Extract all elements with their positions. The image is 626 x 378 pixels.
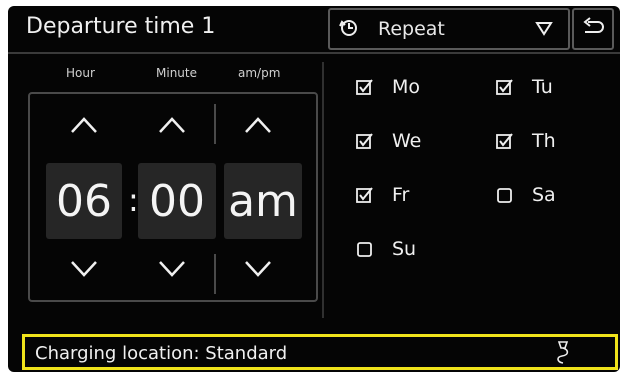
charging-pin-icon (557, 341, 569, 364)
charging-location-button[interactable]: Charging location: Standard (22, 334, 618, 370)
checkbox-checked-icon (356, 79, 373, 95)
day-checkbox-fr[interactable]: Fr (356, 184, 409, 206)
day-checkbox-tu[interactable]: Tu (496, 76, 553, 98)
panel-divider (322, 62, 324, 318)
repeat-label: Repeat (378, 18, 445, 40)
checkbox-unchecked-icon (497, 188, 512, 203)
spinner-divider (214, 104, 216, 144)
charging-location-label: Charging location: Standard (35, 343, 288, 364)
minute-up-button[interactable] (158, 116, 186, 134)
minute-column-label: Minute (156, 66, 197, 80)
day-label: Tu (532, 76, 553, 98)
minute-value[interactable]: 00 (138, 163, 216, 239)
day-label: Fr (392, 184, 410, 206)
chevron-down-icon (71, 261, 97, 277)
day-label: Sa (532, 184, 556, 206)
back-arrow-icon (580, 17, 606, 47)
checkbox-checked-icon (356, 187, 373, 203)
day-label: Su (392, 238, 417, 260)
day-checkbox-su[interactable]: Su (356, 238, 416, 260)
checkbox-unchecked-icon (357, 242, 372, 257)
chevron-down-icon (245, 261, 271, 277)
day-checkbox-th[interactable]: Th (496, 130, 556, 152)
day-label: Th (532, 130, 556, 152)
chevron-up-icon (245, 117, 271, 133)
hour-down-button[interactable] (70, 260, 98, 278)
checkbox-checked-icon (496, 79, 513, 95)
chevron-down-icon (159, 261, 185, 277)
ampm-down-button[interactable] (244, 260, 272, 278)
minute-down-button[interactable] (158, 260, 186, 278)
ampm-column-label: am/pm (238, 66, 281, 80)
departure-time-screen: Departure time 1 Repeat Hour Minute am/p… (8, 6, 620, 372)
day-checkbox-sa[interactable]: Sa (496, 184, 556, 206)
triangle-down-icon (534, 18, 554, 43)
hour-column-label: Hour (66, 66, 95, 80)
spinner-divider (214, 254, 216, 294)
back-button[interactable] (572, 8, 614, 50)
chevron-up-icon (71, 117, 97, 133)
checkbox-checked-icon (496, 133, 513, 149)
hour-value[interactable]: 06 (46, 163, 122, 239)
day-checkbox-mo[interactable]: Mo (356, 76, 420, 98)
day-label: Mo (392, 76, 421, 98)
ampm-value[interactable]: am (224, 163, 302, 239)
day-checkbox-we[interactable]: We (356, 130, 421, 152)
repeat-clock-icon (338, 17, 360, 44)
ampm-up-button[interactable] (244, 116, 272, 134)
chevron-up-icon (159, 117, 185, 133)
repeat-dropdown[interactable]: Repeat (328, 8, 570, 50)
checkbox-checked-icon (356, 133, 373, 149)
page-title: Departure time 1 (26, 14, 216, 39)
day-label: We (392, 130, 422, 152)
header-divider (8, 52, 620, 54)
hour-up-button[interactable] (70, 116, 98, 134)
